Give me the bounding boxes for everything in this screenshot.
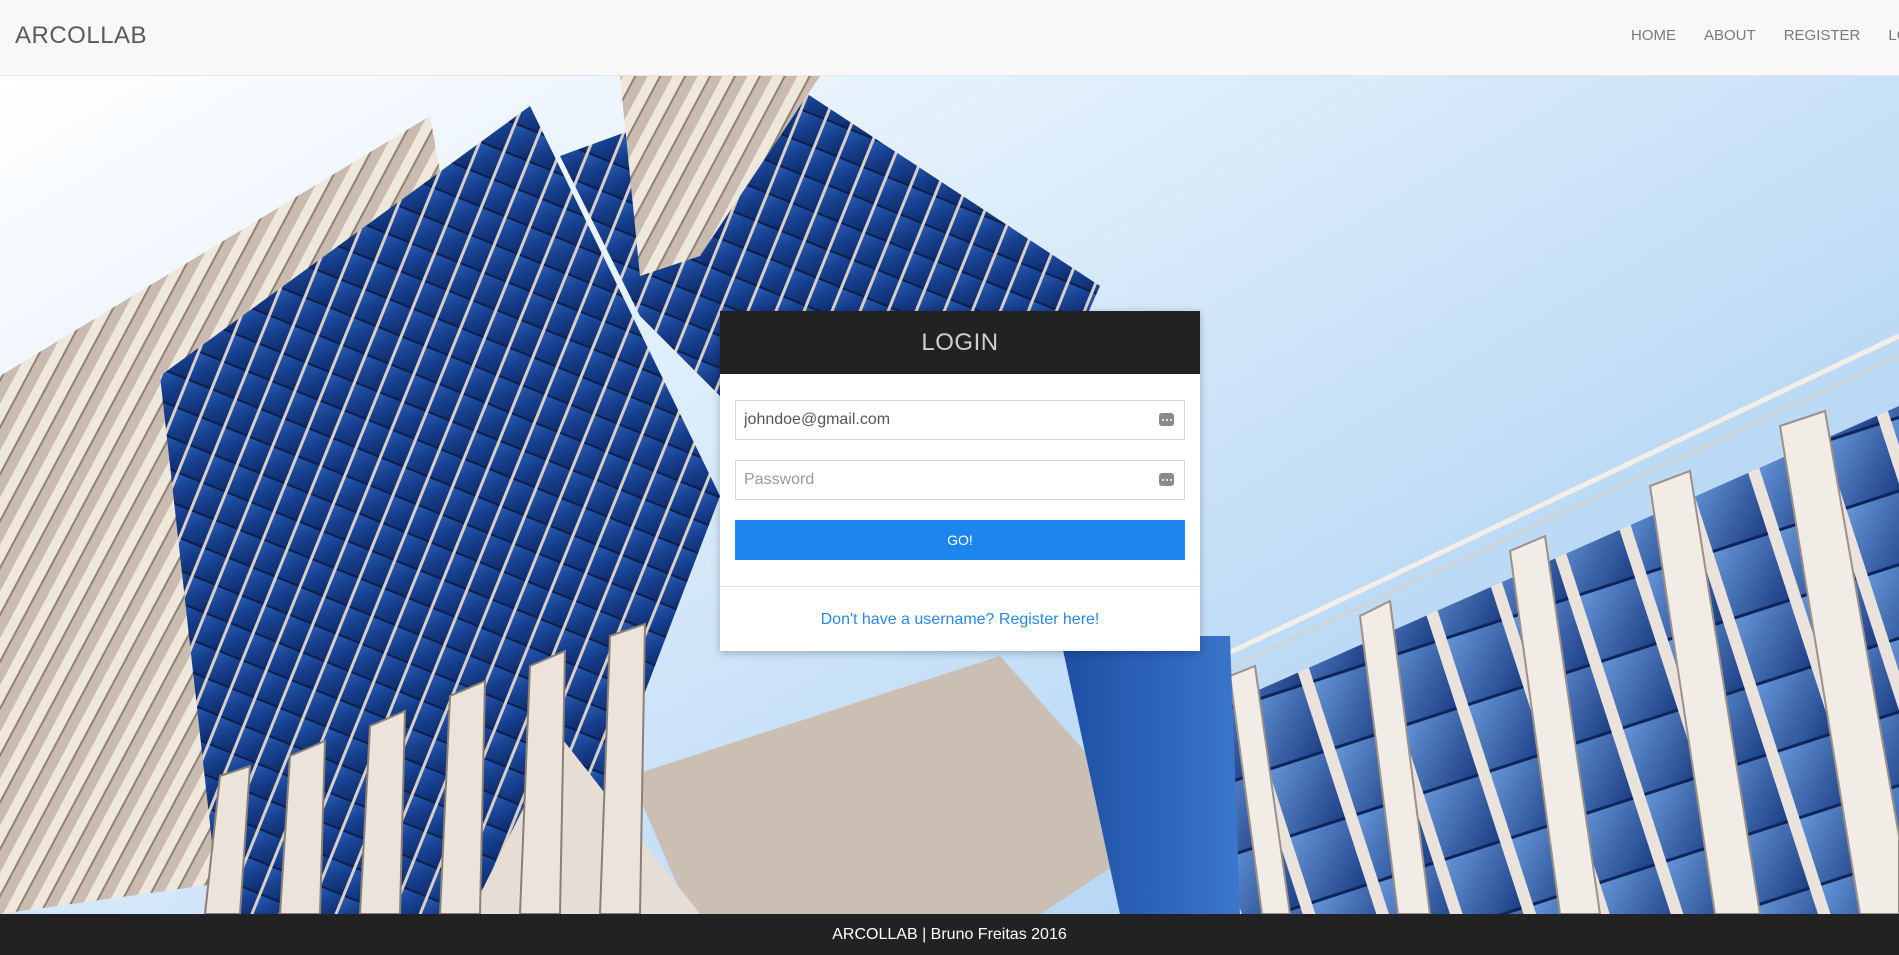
key-icon <box>1159 413 1174 426</box>
login-panel: LOGIN GO! Don't have a username? Registe… <box>720 311 1200 651</box>
footer-text: ARCOLLAB | Bruno Freitas 2016 <box>832 925 1067 943</box>
nav-home-link[interactable]: HOME <box>1631 27 1676 44</box>
login-title: LOGIN <box>921 328 999 356</box>
page: ARCOLLAB HOME ABOUT REGISTER LOGIN <box>0 0 1899 955</box>
login-header: LOGIN <box>720 311 1200 374</box>
footer: ARCOLLAB | Bruno Freitas 2016 <box>0 914 1899 955</box>
go-button[interactable]: GO! <box>735 520 1185 560</box>
email-field <box>735 400 1185 440</box>
nav-about-link[interactable]: ABOUT <box>1704 27 1756 44</box>
password-field <box>735 460 1185 500</box>
login-form: GO! <box>720 374 1200 560</box>
email-input[interactable] <box>736 401 1152 439</box>
password-input[interactable] <box>736 461 1152 499</box>
panel-divider <box>720 586 1200 587</box>
nav-links: HOME ABOUT REGISTER LOGIN <box>1631 27 1899 44</box>
nav-register-link[interactable]: REGISTER <box>1784 27 1861 44</box>
register-link[interactable]: Don't have a username? Register here! <box>720 611 1200 629</box>
brand-logo[interactable]: ARCOLLAB <box>15 22 147 50</box>
key-icon <box>1159 473 1174 486</box>
nav-login-link[interactable]: LOGIN <box>1888 27 1899 44</box>
top-navbar: ARCOLLAB HOME ABOUT REGISTER LOGIN <box>0 0 1899 76</box>
